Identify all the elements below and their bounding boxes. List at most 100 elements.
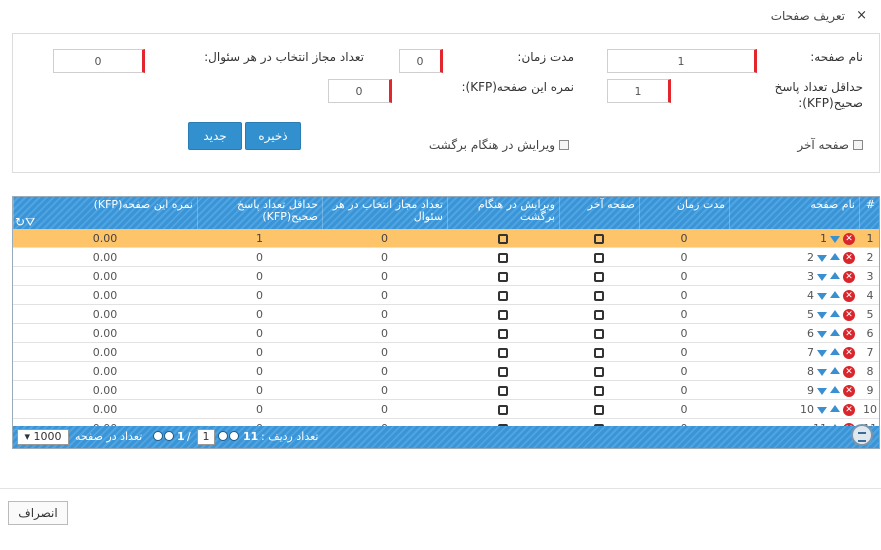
move-up-icon[interactable] <box>830 405 840 412</box>
next-page-button[interactable] <box>218 431 228 441</box>
delete-icon[interactable]: ✕ <box>843 270 855 283</box>
cell-last-page[interactable] <box>559 343 639 362</box>
delete-icon[interactable]: ✕ <box>843 308 855 321</box>
first-page-button[interactable] <box>153 431 163 441</box>
duration-input[interactable] <box>399 49 443 73</box>
checkbox-icon[interactable] <box>594 348 604 358</box>
table-row[interactable]: 5 ✕ 5 0 0 0 0.00 <box>13 305 879 324</box>
current-page-input[interactable]: 1 <box>197 429 215 445</box>
table-row[interactable]: 1 ✕ 1 0 0 1 0.00 <box>13 229 879 248</box>
table-row[interactable]: 6 ✕ 6 0 0 0 0.00 <box>13 324 879 343</box>
edit-on-return-checkbox[interactable]: ویرایش در هنگام برگشت <box>429 138 569 152</box>
move-up-icon[interactable] <box>830 253 840 260</box>
table-row[interactable]: 7 ✕ 7 0 0 0 0.00 <box>13 343 879 362</box>
move-up-icon[interactable] <box>830 386 840 393</box>
move-down-icon[interactable] <box>817 255 827 262</box>
checkbox-icon[interactable] <box>498 291 508 301</box>
move-up-icon[interactable] <box>830 348 840 355</box>
delete-icon[interactable]: ✕ <box>843 251 855 264</box>
min-correct-input[interactable] <box>607 79 671 103</box>
prev-page-button[interactable] <box>164 431 174 441</box>
checkbox-icon[interactable] <box>498 367 508 377</box>
cell-edit-return[interactable] <box>447 267 559 286</box>
move-down-icon[interactable] <box>817 274 827 281</box>
move-down-icon[interactable] <box>830 236 840 243</box>
move-up-icon[interactable] <box>830 329 840 336</box>
cell-last-page[interactable] <box>559 324 639 343</box>
cell-last-page[interactable] <box>559 400 639 419</box>
delete-icon[interactable]: ✕ <box>843 403 855 416</box>
cell-edit-return[interactable] <box>447 343 559 362</box>
checkbox-icon[interactable] <box>498 253 508 263</box>
cell-last-page[interactable] <box>559 381 639 400</box>
checkbox-icon[interactable] <box>498 329 508 339</box>
cell-last-page[interactable] <box>559 286 639 305</box>
move-down-icon[interactable] <box>817 407 827 414</box>
delete-icon[interactable]: ✕ <box>843 365 855 378</box>
move-down-icon[interactable] <box>817 312 827 319</box>
cell-last-page[interactable] <box>559 305 639 324</box>
checkbox-box[interactable] <box>853 140 863 150</box>
delete-icon[interactable]: ✕ <box>843 346 855 359</box>
checkbox-icon[interactable] <box>594 386 604 396</box>
cancel-button[interactable]: انصراف <box>8 501 68 525</box>
delete-icon[interactable]: ✕ <box>843 232 855 245</box>
checkbox-icon[interactable] <box>594 329 604 339</box>
move-up-icon[interactable] <box>830 310 840 317</box>
table-row[interactable]: 9 ✕ 9 0 0 0 0.00 <box>13 381 879 400</box>
cell-last-page[interactable] <box>559 362 639 381</box>
col-num-header[interactable]: # <box>859 197 879 229</box>
checkbox-icon[interactable] <box>594 291 604 301</box>
checkbox-icon[interactable] <box>594 405 604 415</box>
col-edit-return-header[interactable]: ویرایش در هنگام برگشت <box>447 197 559 229</box>
move-up-icon[interactable] <box>830 367 840 374</box>
cell-last-page[interactable] <box>559 248 639 267</box>
checkbox-icon[interactable] <box>594 310 604 320</box>
cell-edit-return[interactable] <box>447 229 559 248</box>
col-duration-header[interactable]: مدت زمان <box>639 197 729 229</box>
table-row[interactable]: 2 ✕ 2 0 0 0 0.00 <box>13 248 879 267</box>
close-icon[interactable]: × <box>856 8 867 23</box>
page-name-input[interactable] <box>607 49 757 73</box>
checkbox-icon[interactable] <box>498 386 508 396</box>
col-page-name-header[interactable]: نام صفحه <box>729 197 859 229</box>
col-min-correct-header[interactable]: حداقل تعداد پاسخ صحیح(KFP) <box>197 197 322 229</box>
move-up-icon[interactable] <box>830 272 840 279</box>
table-row[interactable]: 4 ✕ 4 0 0 0 0.00 <box>13 286 879 305</box>
checkbox-icon[interactable] <box>498 310 508 320</box>
checkbox-icon[interactable] <box>594 234 604 244</box>
col-score-header[interactable]: نمره این صفحه(KFP) <box>13 197 197 229</box>
last-page-button[interactable] <box>229 431 239 441</box>
page-size-select[interactable]: ▾ 1000 <box>17 429 69 445</box>
save-button[interactable]: ذخیره <box>245 122 301 150</box>
checkbox-icon[interactable] <box>594 253 604 263</box>
checkbox-icon[interactable] <box>498 234 508 244</box>
move-down-icon[interactable] <box>817 350 827 357</box>
checkbox-icon[interactable] <box>498 348 508 358</box>
cell-edit-return[interactable] <box>447 248 559 267</box>
table-row[interactable]: 10 ✕ 10 0 0 0 0.00 <box>13 400 879 419</box>
col-last-page-header[interactable]: صفحه آخر <box>559 197 639 229</box>
checkbox-icon[interactable] <box>498 272 508 282</box>
filter-icon[interactable]: ⛛ <box>25 215 35 229</box>
col-max-choices-header[interactable]: تعداد مجاز انتخاب در هر سئوال <box>322 197 447 229</box>
cell-edit-return[interactable] <box>447 305 559 324</box>
move-down-icon[interactable] <box>817 331 827 338</box>
table-row[interactable]: 8 ✕ 8 0 0 0 0.00 <box>13 362 879 381</box>
table-row[interactable]: 3 ✕ 3 0 0 0 0.00 <box>13 267 879 286</box>
cell-edit-return[interactable] <box>447 400 559 419</box>
cell-edit-return[interactable] <box>447 381 559 400</box>
cell-edit-return[interactable] <box>447 362 559 381</box>
checkbox-icon[interactable] <box>594 367 604 377</box>
move-up-icon[interactable] <box>830 291 840 298</box>
move-down-icon[interactable] <box>817 293 827 300</box>
new-button[interactable]: جدید <box>188 122 242 150</box>
cell-edit-return[interactable] <box>447 286 559 305</box>
delete-icon[interactable]: ✕ <box>843 327 855 340</box>
cell-last-page[interactable] <box>559 229 639 248</box>
cell-last-page[interactable] <box>559 267 639 286</box>
cell-edit-return[interactable] <box>447 324 559 343</box>
move-down-icon[interactable] <box>817 388 827 395</box>
page-score-input[interactable] <box>328 79 392 103</box>
grid-menu-icon[interactable] <box>851 424 873 446</box>
